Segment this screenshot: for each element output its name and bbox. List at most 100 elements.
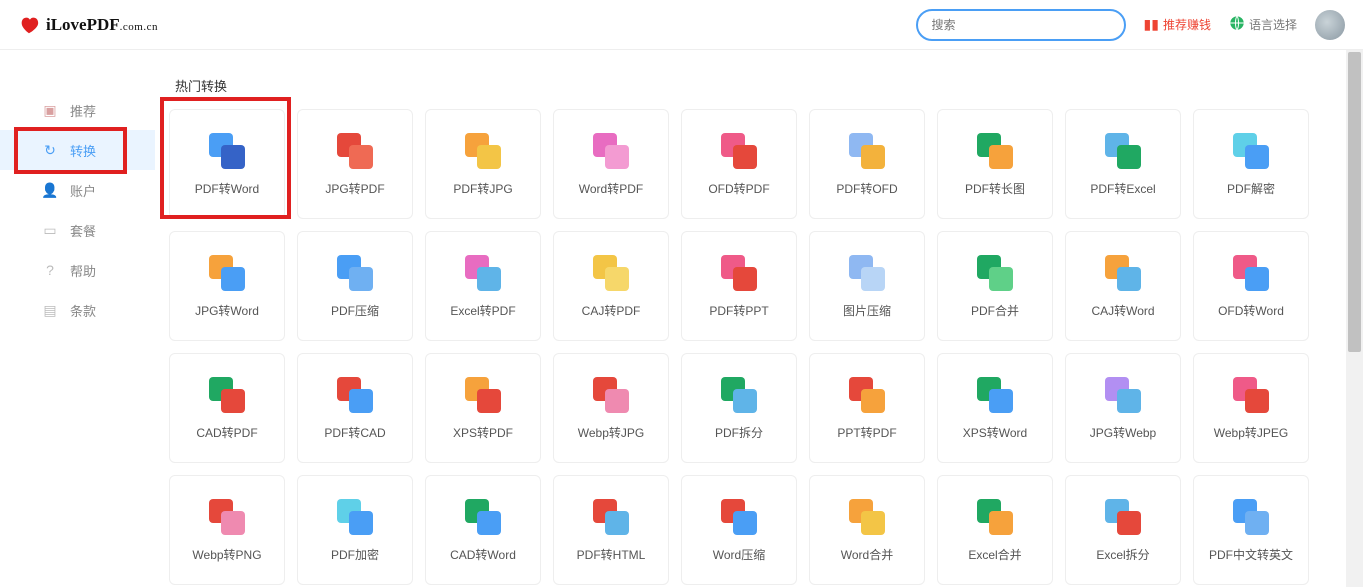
tool-tile[interactable]: Excel合并 [937,475,1053,585]
vertical-scrollbar[interactable] [1346,50,1363,587]
tool-icon [977,255,1013,291]
tool-tile[interactable]: OFD转PDF [681,109,797,219]
tool-tile[interactable]: PDF加密 [297,475,413,585]
tool-tile[interactable]: PDF转Word [169,109,285,219]
tool-icon [1233,133,1269,169]
tool-tile[interactable]: PDF转CAD [297,353,413,463]
tool-tile[interactable]: PDF中文转英文 [1193,475,1309,585]
tool-tile[interactable]: Word合并 [809,475,925,585]
sidebar-item-label: 转换 [70,141,96,160]
section-title: 热门转换 [175,76,1334,95]
tool-icon [1105,499,1141,535]
sidebar-item-recommend[interactable]: ▣ 推荐 [0,90,155,130]
tool-tile[interactable]: Excel转PDF [425,231,541,341]
tool-label: PDF合并 [971,305,1019,317]
tool-tile[interactable]: CAJ转PDF [553,231,669,341]
tool-tile[interactable]: CAD转PDF [169,353,285,463]
tool-tile[interactable]: XPS转Word [937,353,1053,463]
language-label: 语言选择 [1249,16,1297,33]
sidebar-item-label: 账户 [70,181,96,200]
tool-icon [465,255,501,291]
recommend-link[interactable]: ▮▮ 推荐赚钱 [1144,16,1211,33]
tool-icon [593,499,629,535]
tool-tile[interactable]: JPG转PDF [297,109,413,219]
tool-icon [849,133,885,169]
tool-label: PPT转PDF [837,427,896,439]
tool-tile[interactable]: OFD转Word [1193,231,1309,341]
tool-icon [721,499,757,535]
sidebar-item-label: 帮助 [70,261,96,280]
tool-label: PDF中文转英文 [1209,549,1293,561]
tool-tile[interactable]: CAJ转Word [1065,231,1181,341]
help-icon: ? [42,262,58,278]
logo[interactable]: iLovePDF.com.cn [18,14,158,36]
tool-tile[interactable]: PDF转长图 [937,109,1053,219]
gift-icon: ▮▮ [1144,16,1159,33]
tool-label: Word合并 [841,549,893,561]
tool-label: PDF转HTML [577,549,646,561]
tool-tile[interactable]: PDF合并 [937,231,1053,341]
header: iLovePDF.com.cn ▮▮ 推荐赚钱 语言选择 [0,0,1363,50]
language-selector[interactable]: 语言选择 [1229,15,1297,34]
sidebar-item-terms[interactable]: ▤ 条款 [0,290,155,330]
tool-tile[interactable]: CAD转Word [425,475,541,585]
tool-label: Excel转PDF [450,305,515,317]
tool-icon [337,377,373,413]
logo-text: iLovePDF.com.cn [46,15,158,35]
tool-tile[interactable]: PDF拆分 [681,353,797,463]
refresh-icon: ↻ [42,142,58,158]
tool-icon [721,377,757,413]
tool-icon [209,499,245,535]
tool-tile[interactable]: Excel拆分 [1065,475,1181,585]
tool-icon [977,499,1013,535]
tool-icon [1233,499,1269,535]
tool-icon [593,133,629,169]
tool-tile[interactable]: PDF转PPT [681,231,797,341]
tool-tile[interactable]: Webp转JPG [553,353,669,463]
tool-tile[interactable]: Webp转PNG [169,475,285,585]
sidebar-item-convert[interactable]: ↻ 转换 [0,130,155,170]
tool-label: JPG转PDF [325,183,384,195]
sidebar-item-label: 条款 [70,301,96,320]
tool-label: OFD转PDF [708,183,769,195]
tool-tile[interactable]: JPG转Word [169,231,285,341]
card-icon: ▭ [42,222,58,238]
tool-icon [337,499,373,535]
tool-icon [1105,133,1141,169]
tool-icon [849,499,885,535]
tool-label: PDF拆分 [715,427,763,439]
tool-tile[interactable]: PDF压缩 [297,231,413,341]
tool-icon [465,499,501,535]
tool-label: PDF转PPT [709,305,768,317]
tool-tile[interactable]: 图片压缩 [809,231,925,341]
tool-label: Word转PDF [579,183,643,195]
tool-label: PDF转OFD [836,183,897,195]
sidebar-item-help[interactable]: ? 帮助 [0,250,155,290]
search-input[interactable] [916,9,1126,41]
tool-tile[interactable]: PDF转Excel [1065,109,1181,219]
tool-label: Excel拆分 [1096,549,1149,561]
sidebar-item-account[interactable]: 👤 账户 [0,170,155,210]
tool-tile[interactable]: Word压缩 [681,475,797,585]
avatar[interactable] [1315,10,1345,40]
tool-label: 图片压缩 [843,305,891,317]
tool-tile[interactable]: PDF转HTML [553,475,669,585]
tool-tile[interactable]: PDF转JPG [425,109,541,219]
tool-tile[interactable]: PPT转PDF [809,353,925,463]
tool-icon [465,377,501,413]
tool-label: CAJ转Word [1091,305,1154,317]
tool-label: PDF转Excel [1090,183,1155,195]
tool-tile[interactable]: Word转PDF [553,109,669,219]
tool-icon [1233,377,1269,413]
tool-label: Webp转JPEG [1214,427,1288,439]
gift-icon: ▣ [42,102,58,118]
tool-tile[interactable]: XPS转PDF [425,353,541,463]
tool-tile[interactable]: Webp转JPEG [1193,353,1309,463]
sidebar-item-plan[interactable]: ▭ 套餐 [0,210,155,250]
tool-tile[interactable]: PDF解密 [1193,109,1309,219]
tool-tile[interactable]: JPG转Webp [1065,353,1181,463]
tool-icon [721,255,757,291]
scrollbar-thumb[interactable] [1348,52,1361,352]
tool-tile[interactable]: PDF转OFD [809,109,925,219]
tool-label: CAD转PDF [196,427,257,439]
